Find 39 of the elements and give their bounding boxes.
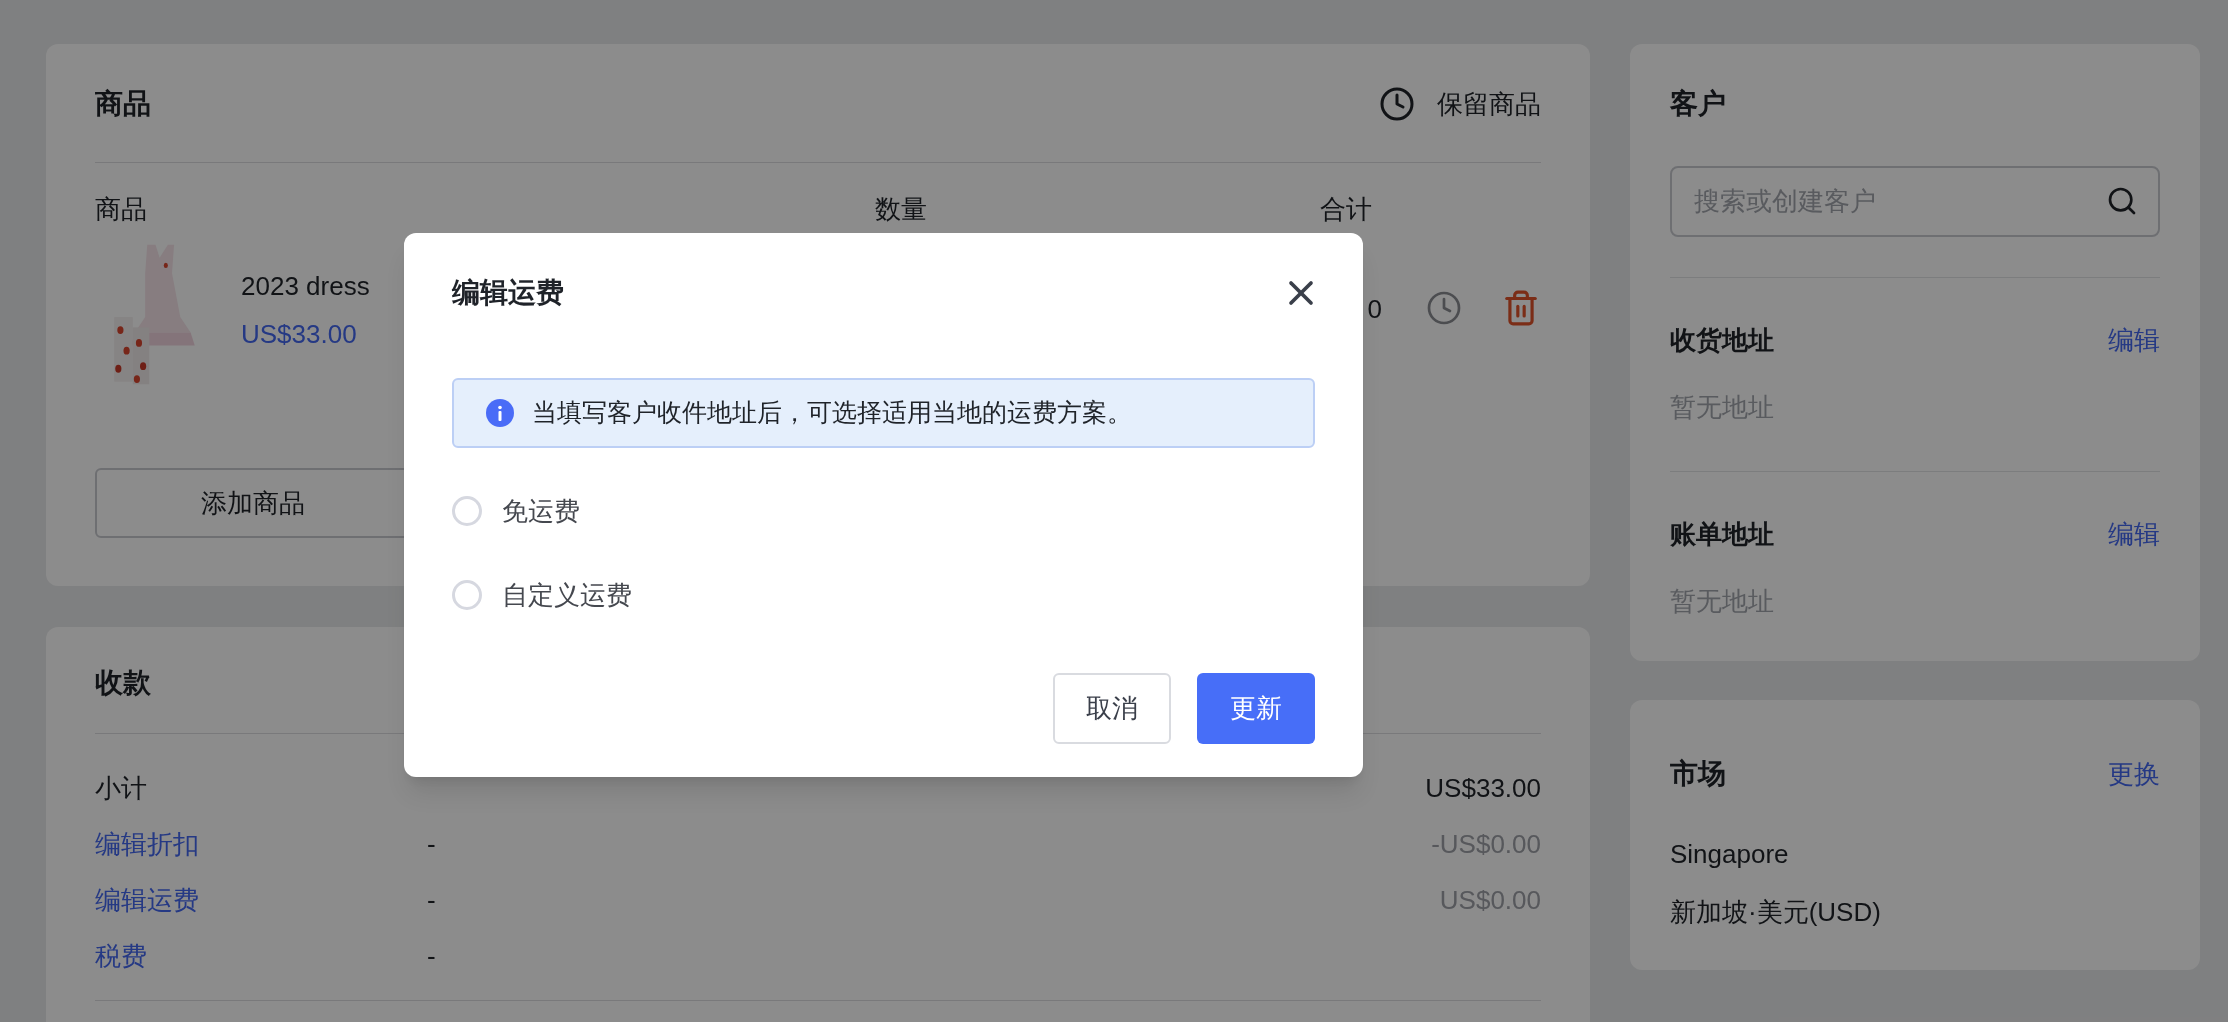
info-text: 当填写客户收件地址后，可选择适用当地的运费方案。 bbox=[532, 397, 1132, 429]
section-title: 收货地址 bbox=[1670, 324, 1774, 357]
edit-link[interactable]: 税费 bbox=[95, 936, 427, 976]
update-button[interactable]: 更新 bbox=[1197, 673, 1315, 744]
radio-button[interactable] bbox=[452, 496, 482, 526]
delete-icon[interactable] bbox=[1502, 289, 1540, 327]
change-link[interactable]: 更换 bbox=[2108, 754, 2160, 794]
dash-text: - bbox=[427, 827, 436, 861]
product-name: 2023 dress bbox=[241, 269, 370, 303]
card-title: 商品 bbox=[95, 87, 151, 121]
column-header: 合计 bbox=[1320, 193, 1372, 226]
info-icon bbox=[486, 399, 514, 427]
market-currency: 新加坡·美元(USD) bbox=[1670, 896, 1882, 929]
line-total: 0 bbox=[1366, 293, 1382, 326]
edit-link[interactable]: 编辑 bbox=[2108, 320, 2160, 360]
search-icon[interactable] bbox=[2106, 185, 2138, 217]
dash-text: - bbox=[427, 939, 436, 973]
card-title: 收款 bbox=[95, 667, 151, 698]
column-header: 商品 bbox=[95, 193, 148, 226]
row-label: 小计 bbox=[95, 771, 148, 805]
row-amount: US$33.00 bbox=[1425, 771, 1541, 805]
radio-button[interactable] bbox=[452, 580, 482, 610]
dialog-title: 编辑运费 bbox=[452, 276, 564, 310]
dash-text: - bbox=[427, 883, 436, 917]
edit-link[interactable]: 编辑运费 bbox=[95, 880, 427, 920]
edit-link[interactable]: 编辑折扣 bbox=[95, 824, 427, 864]
cancel-button[interactable]: 取消 bbox=[1053, 673, 1171, 744]
product-price: US$33.00 bbox=[241, 317, 358, 351]
radio-label: 免运费 bbox=[502, 494, 580, 528]
hold-products-button[interactable]: 保留商品 bbox=[1379, 84, 1541, 124]
column-header: 数量 bbox=[875, 193, 928, 226]
market-region: Singapore bbox=[1670, 838, 1790, 871]
radio-label: 自定义运费 bbox=[502, 578, 632, 612]
clock-icon[interactable] bbox=[1426, 290, 1462, 326]
section-title: 账单地址 bbox=[1670, 518, 1774, 551]
card-title: 市场 bbox=[1670, 757, 1726, 791]
card-title: 客户 bbox=[1670, 87, 1727, 121]
edit-link[interactable]: 编辑 bbox=[2108, 514, 2160, 554]
clock-icon bbox=[1379, 86, 1415, 122]
